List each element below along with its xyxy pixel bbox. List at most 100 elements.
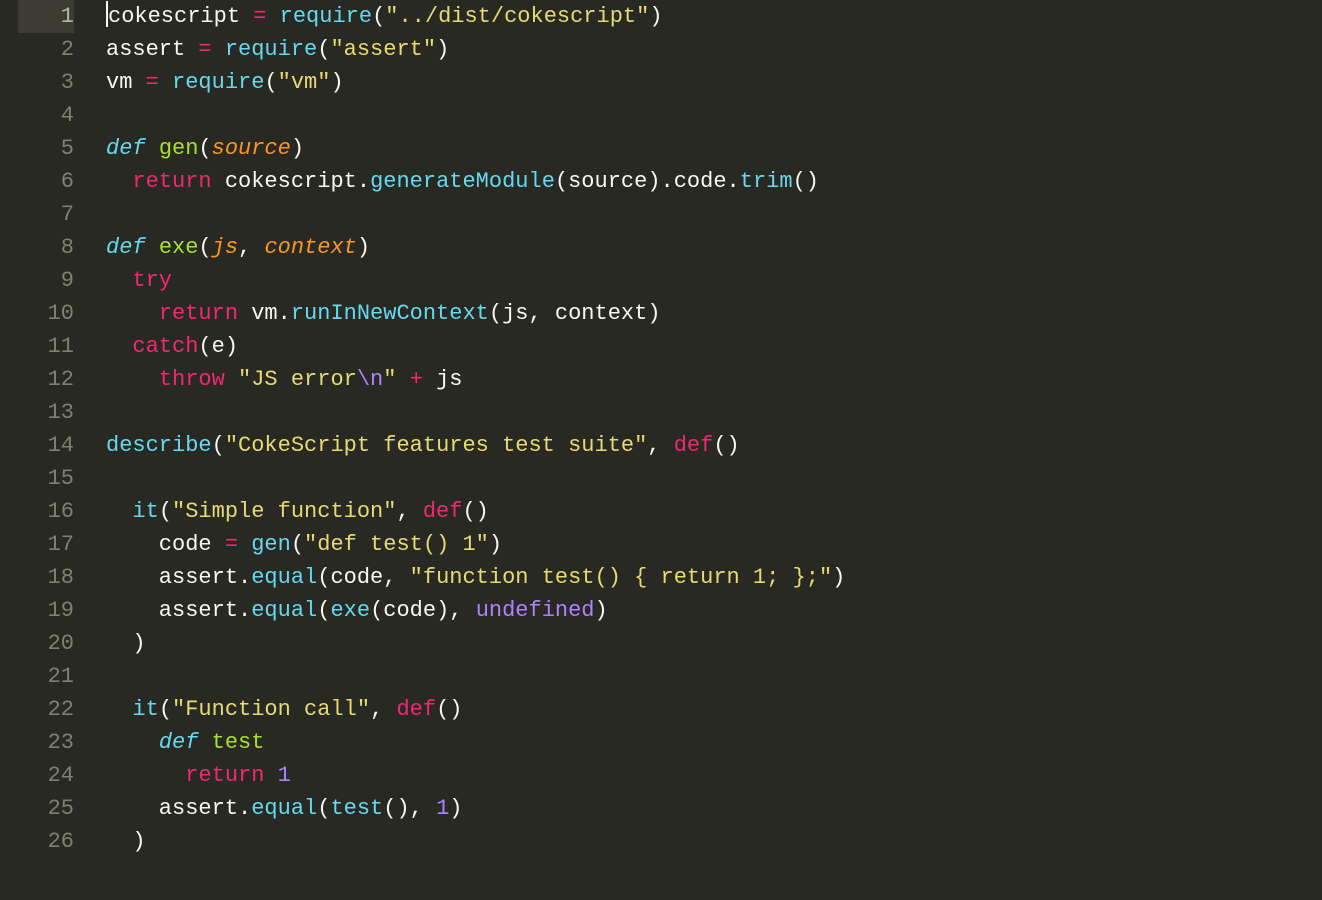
token-kw: def <box>396 697 436 722</box>
token-punc: ( <box>317 37 330 62</box>
code-line[interactable]: return cokescript.generateModule(source)… <box>106 165 1322 198</box>
token-punc: , <box>529 301 555 326</box>
line-number: 3 <box>18 66 74 99</box>
token-param: context <box>264 235 356 260</box>
token-str: "assert" <box>330 37 436 62</box>
line-number: 21 <box>18 660 74 693</box>
token-ident <box>266 4 279 29</box>
token-call: exe <box>330 598 370 623</box>
token-str: "Function call" <box>172 697 370 722</box>
code-line[interactable]: throw "JS error\n" + js <box>106 363 1322 396</box>
token-punc: ) <box>647 169 660 194</box>
line-number: 15 <box>18 462 74 495</box>
line-number: 11 <box>18 330 74 363</box>
token-call: generateModule <box>370 169 555 194</box>
line-number: 24 <box>18 759 74 792</box>
code-line[interactable] <box>106 462 1322 495</box>
line-number: 6 <box>18 165 74 198</box>
token-ident: code <box>383 598 436 623</box>
line-number: 26 <box>18 825 74 858</box>
token-str: "JS error <box>238 367 357 392</box>
code-line[interactable]: assert = require("assert") <box>106 33 1322 66</box>
line-number: 17 <box>18 528 74 561</box>
token-ident: e <box>212 334 225 359</box>
text-cursor <box>106 1 108 27</box>
token-ident: code <box>106 532 225 557</box>
token-ident: .code. <box>661 169 740 194</box>
token-ident <box>106 301 159 326</box>
code-line[interactable]: return 1 <box>106 759 1322 792</box>
token-call: runInNewContext <box>291 301 489 326</box>
token-punc: ) <box>595 598 608 623</box>
code-line[interactable] <box>106 99 1322 132</box>
code-line[interactable]: assert.equal(test(), 1) <box>106 792 1322 825</box>
code-line[interactable]: def exe(js, context) <box>106 231 1322 264</box>
token-kw: return <box>132 169 211 194</box>
token-punc: ), <box>436 598 476 623</box>
token-param: source <box>212 136 291 161</box>
token-punc: ) <box>489 532 502 557</box>
code-line[interactable]: assert.equal(code, "function test() { re… <box>106 561 1322 594</box>
token-ident <box>106 367 159 392</box>
code-content[interactable]: cokescript = require("../dist/cokescript… <box>88 0 1322 900</box>
token-ident <box>106 499 132 524</box>
line-number: 12 <box>18 363 74 396</box>
code-editor[interactable]: 1234567891011121314151617181920212223242… <box>0 0 1322 900</box>
token-ident <box>106 169 132 194</box>
token-punc: ) <box>357 235 370 260</box>
code-line[interactable]: def gen(source) <box>106 132 1322 165</box>
code-line[interactable]: ) <box>106 627 1322 660</box>
token-ident: js <box>423 367 463 392</box>
token-func: exe <box>159 235 199 260</box>
token-ident: vm. <box>238 301 291 326</box>
token-ident: assert. <box>106 598 251 623</box>
token-punc: () <box>436 697 462 722</box>
token-punc: ) <box>449 796 462 821</box>
token-ident <box>396 367 409 392</box>
token-esc: \n <box>357 367 383 392</box>
token-ident: assert <box>106 37 198 62</box>
line-number: 14 <box>18 429 74 462</box>
token-kw: def <box>674 433 714 458</box>
code-line[interactable]: it("Simple function", def() <box>106 495 1322 528</box>
code-line[interactable]: assert.equal(exe(code), undefined) <box>106 594 1322 627</box>
token-punc: ) <box>832 565 845 590</box>
token-punc: , <box>370 697 396 722</box>
token-punc: ) <box>330 70 343 95</box>
code-line[interactable]: catch(e) <box>106 330 1322 363</box>
code-line[interactable]: cokescript = require("../dist/cokescript… <box>106 0 1322 33</box>
token-str: "../dist/cokescript" <box>385 4 649 29</box>
token-punc: , <box>396 499 422 524</box>
token-ident <box>106 631 132 656</box>
code-line[interactable]: return vm.runInNewContext(js, context) <box>106 297 1322 330</box>
token-call: require <box>280 4 372 29</box>
line-number: 22 <box>18 693 74 726</box>
code-line[interactable] <box>106 660 1322 693</box>
code-line[interactable]: try <box>106 264 1322 297</box>
token-call: equal <box>251 598 317 623</box>
code-line[interactable] <box>106 396 1322 429</box>
token-call: it <box>132 499 158 524</box>
token-func: test <box>212 730 265 755</box>
line-number: 10 <box>18 297 74 330</box>
line-number: 25 <box>18 792 74 825</box>
code-line[interactable]: it("Function call", def() <box>106 693 1322 726</box>
token-ident <box>225 367 238 392</box>
line-number: 8 <box>18 231 74 264</box>
code-line[interactable]: ) <box>106 825 1322 858</box>
token-punc: ( <box>198 235 211 260</box>
token-call: trim <box>740 169 793 194</box>
token-const: undefined <box>476 598 595 623</box>
token-punc: (), <box>383 796 436 821</box>
token-punc: ) <box>649 4 662 29</box>
code-line[interactable]: def test <box>106 726 1322 759</box>
token-punc: ) <box>132 631 145 656</box>
code-line[interactable]: vm = require("vm") <box>106 66 1322 99</box>
token-punc: ( <box>317 598 330 623</box>
code-line[interactable] <box>106 198 1322 231</box>
token-ident: source <box>568 169 647 194</box>
code-line[interactable]: describe("CokeScript features test suite… <box>106 429 1322 462</box>
token-punc: ( <box>489 301 502 326</box>
code-line[interactable]: code = gen("def test() 1") <box>106 528 1322 561</box>
token-ident: vm <box>106 70 146 95</box>
